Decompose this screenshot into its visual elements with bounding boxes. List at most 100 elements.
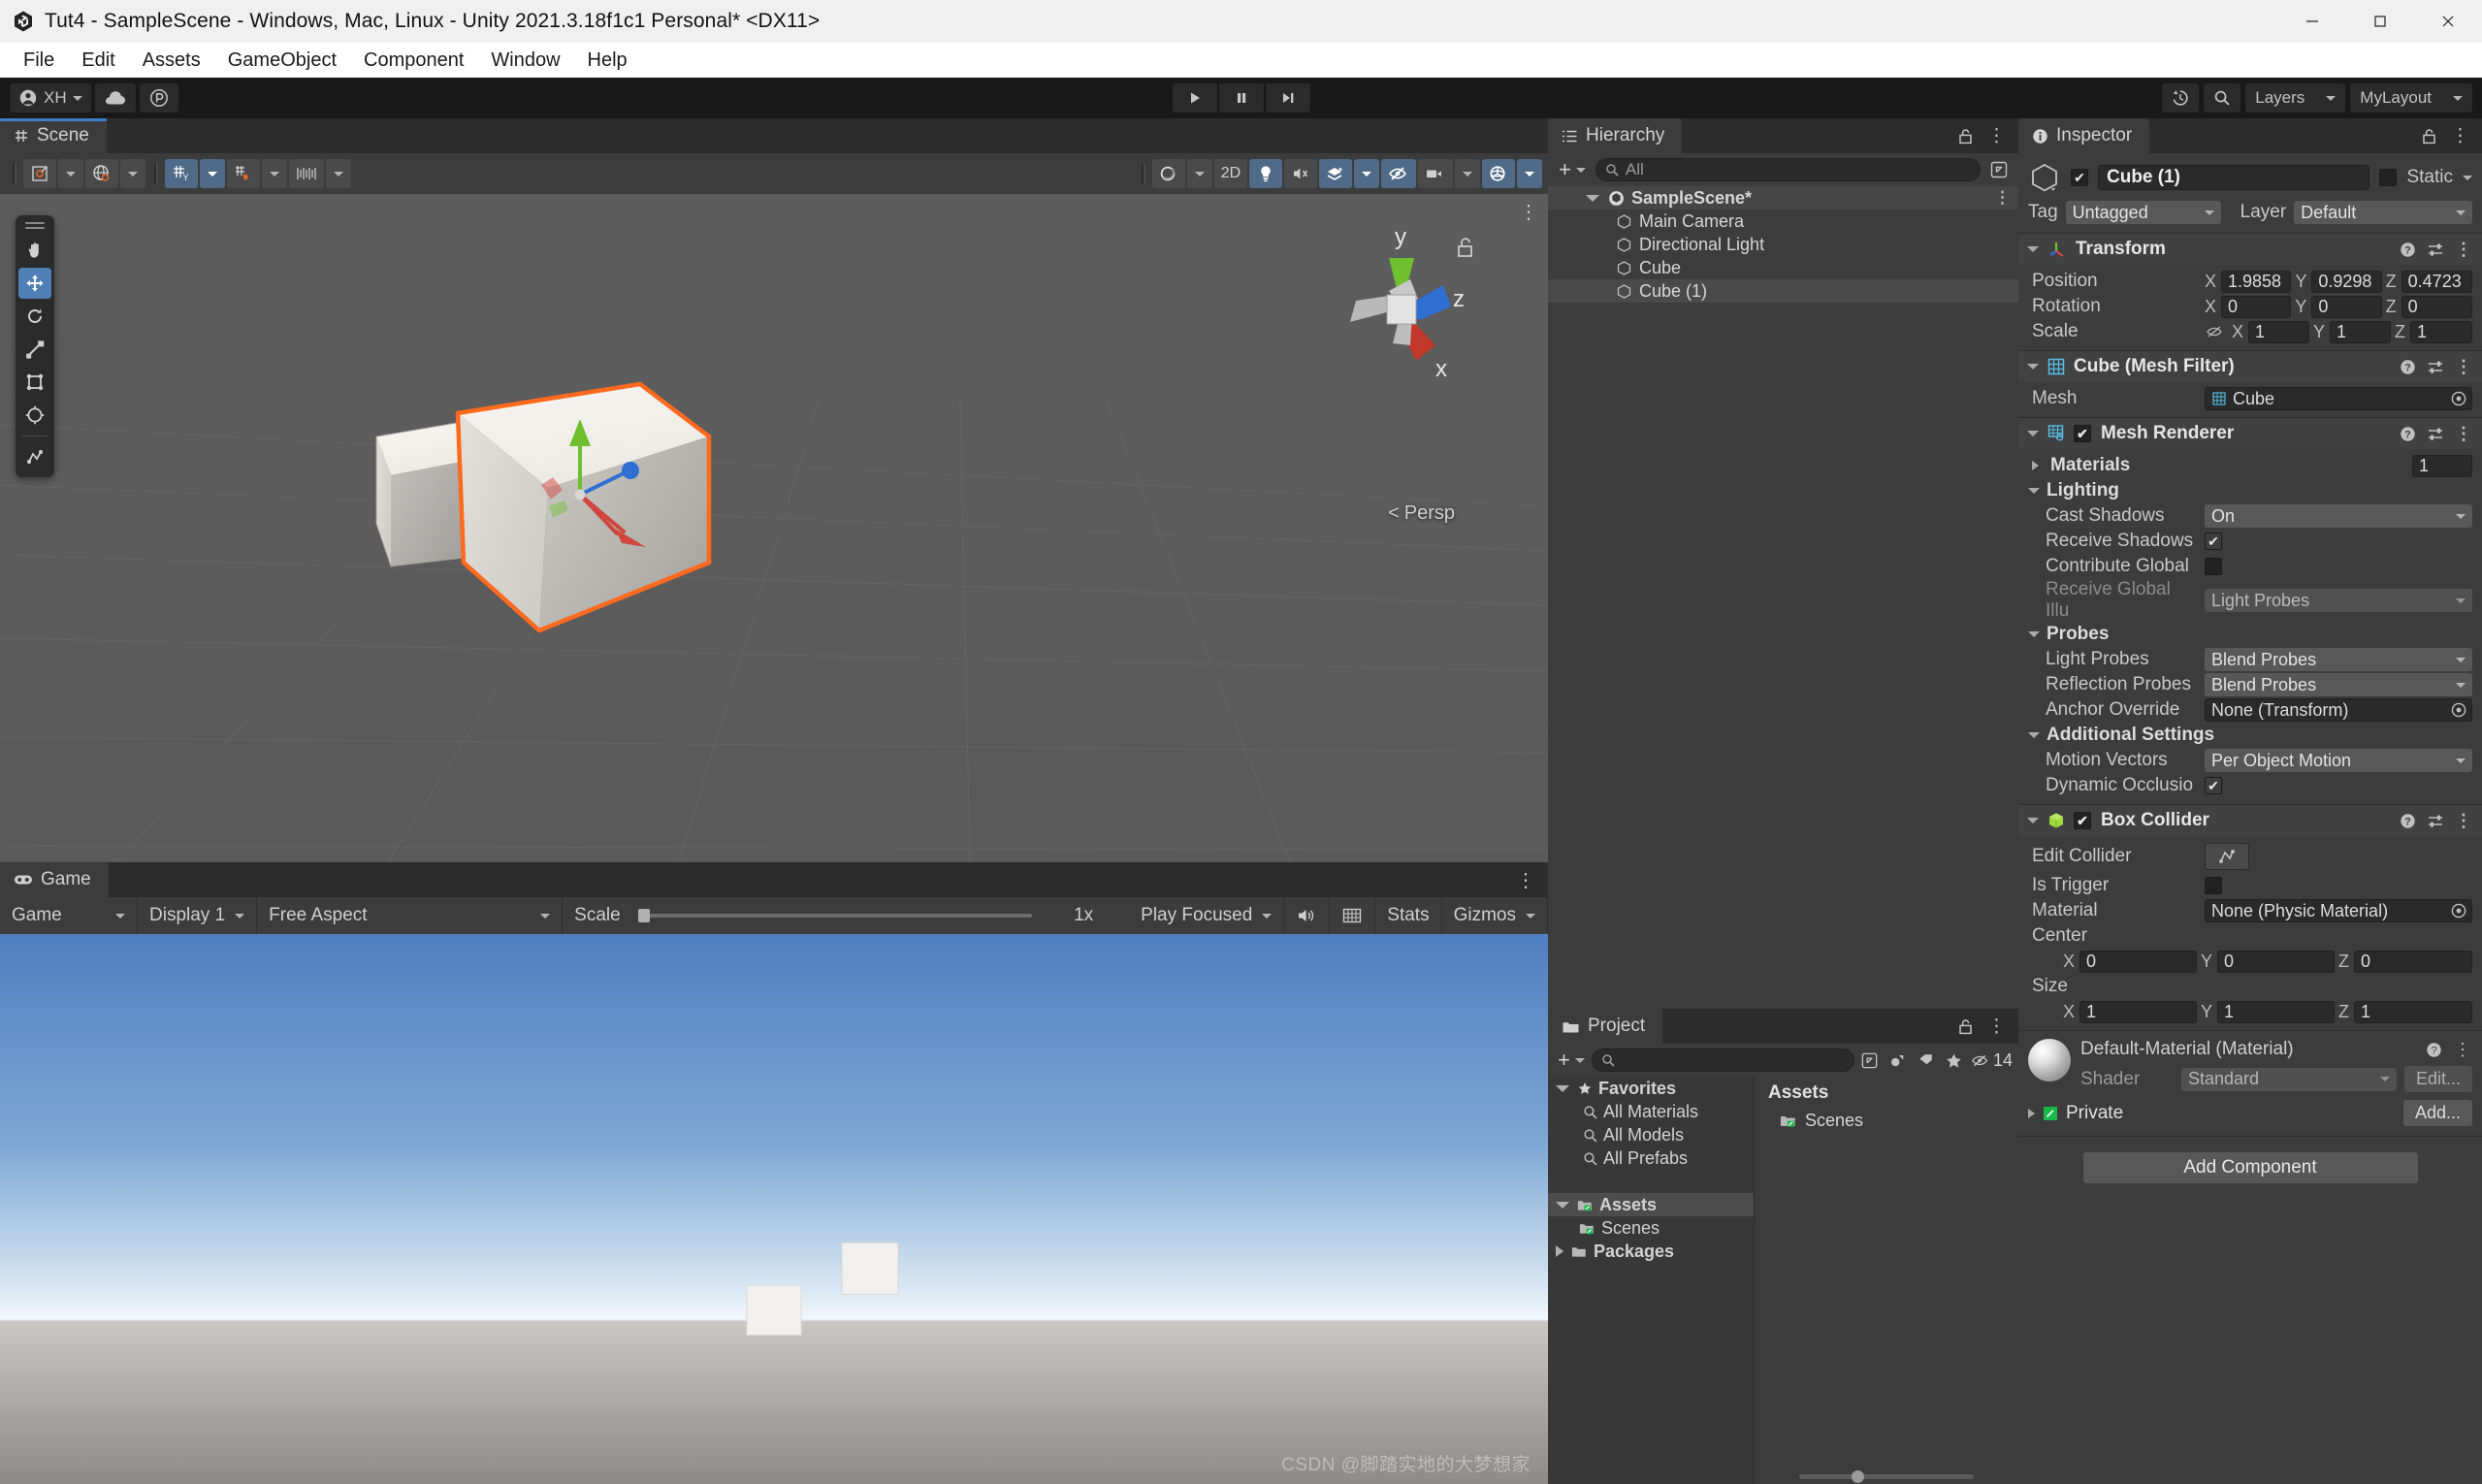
project-add-button[interactable]: + [1554, 1048, 1589, 1073]
zoom-slider-handle[interactable] [1852, 1469, 1864, 1483]
grid-axis-dropdown[interactable] [200, 159, 225, 188]
hierarchy-item-cube-1[interactable]: Cube (1) [1548, 279, 2018, 303]
preset-icon[interactable] [2427, 813, 2444, 829]
hidden-objects-button[interactable] [1381, 159, 1416, 188]
box-collider-kebab[interactable]: ⋮ [2455, 811, 2473, 831]
snap-increment-dropdown[interactable] [326, 159, 351, 188]
account-button[interactable]: XH [10, 83, 91, 113]
help-icon[interactable]: ? [2426, 1042, 2442, 1058]
menu-edit[interactable]: Edit [68, 46, 128, 76]
constrain-proportions-icon[interactable] [2205, 324, 2224, 339]
expand-triangle-icon[interactable] [2032, 461, 2039, 470]
move-tool[interactable] [18, 268, 51, 299]
gizmos-button[interactable] [1482, 159, 1515, 188]
scene-options-kebab[interactable]: ⋮ [1519, 200, 1540, 224]
tag-dropdown[interactable]: Untagged [2065, 201, 2221, 224]
materials-row[interactable]: Materials 1 [2018, 453, 2482, 478]
scene-fx-dropdown[interactable] [1354, 159, 1379, 188]
game-options-kebab[interactable]: ⋮ [1516, 868, 1536, 892]
scale-y-input[interactable]: 1 [2330, 320, 2391, 343]
shader-edit-button[interactable]: Edit... [2403, 1066, 2472, 1092]
gizmos-dropdown-game[interactable]: Gizmos [1442, 897, 1548, 934]
tab-scene[interactable]: Scene [0, 118, 107, 153]
gizmos-dropdown[interactable] [1517, 159, 1542, 188]
grid-axis-button[interactable]: Y [165, 159, 198, 188]
hierarchy-popout-button[interactable] [1986, 158, 2012, 181]
mesh-object-field[interactable]: Cube [2205, 387, 2472, 410]
help-icon[interactable]: ? [2400, 426, 2416, 442]
rotation-y-input[interactable]: 0 [2311, 295, 2382, 318]
rotate-tool[interactable] [18, 301, 51, 332]
hierarchy-item-kebab[interactable]: ⋮ [1994, 188, 2011, 208]
game-mode-dropdown[interactable]: Game [0, 897, 138, 934]
pause-button[interactable] [1218, 83, 1264, 113]
maximize-button[interactable] [2346, 0, 2414, 43]
shading-mode-button[interactable] [85, 159, 118, 188]
scale-slider-group[interactable]: Scale 1x [563, 897, 1129, 934]
hierarchy-item-main-camera[interactable]: Main Camera [1548, 210, 2018, 233]
static-checkbox[interactable] [2379, 169, 2398, 186]
box-collider-header[interactable]: Box Collider ? ⋮ [2018, 805, 2482, 836]
project-options-kebab[interactable]: ⋮ [1987, 1016, 2007, 1038]
help-icon[interactable]: ? [2400, 359, 2416, 375]
project-tree[interactable]: Favorites All Materials All Models All P… [1548, 1077, 1755, 1484]
scene-camera-button[interactable] [1418, 159, 1453, 188]
menu-help[interactable]: Help [574, 46, 641, 76]
transform-kebab[interactable]: ⋮ [2455, 240, 2473, 260]
center-y-input[interactable]: 0 [2217, 950, 2335, 973]
lighting-section-header[interactable]: Lighting [2018, 478, 2482, 503]
collapse-triangle-icon[interactable] [1556, 1245, 1563, 1257]
expand-triangle-icon[interactable] [2027, 431, 2039, 436]
project-tree-favorites[interactable]: Favorites [1548, 1077, 1754, 1100]
anchor-override-field[interactable]: None (Transform) [2205, 698, 2472, 722]
display-dropdown[interactable]: Display 1 [138, 897, 258, 934]
hand-tool[interactable] [18, 235, 51, 266]
scene-viewport[interactable]: y z x < Persp ⋮ [0, 194, 1548, 862]
rotation-x-input[interactable]: 0 [2221, 295, 2292, 318]
expand-triangle-icon[interactable] [2027, 818, 2039, 823]
contribute-global-checkbox[interactable] [2205, 558, 2222, 575]
scene-view-options-dropdown[interactable] [1187, 159, 1212, 188]
orientation-gizmo[interactable]: y z x [1309, 221, 1494, 405]
project-popout-button[interactable] [1857, 1048, 1883, 1072]
project-search-input[interactable] [1591, 1048, 1854, 1072]
snap-dropdown[interactable] [262, 159, 287, 188]
expand-triangle-icon[interactable] [2027, 246, 2039, 252]
scale-tool[interactable] [18, 334, 51, 365]
palette-drag-handle[interactable] [25, 221, 45, 230]
project-tree-all-prefabs[interactable]: All Prefabs [1548, 1146, 1754, 1170]
shading-mode-dropdown[interactable] [120, 159, 145, 188]
additional-settings-header[interactable]: Additional Settings [2018, 723, 2482, 748]
hierarchy-add-button[interactable]: + [1555, 157, 1590, 182]
object-picker-icon[interactable] [2450, 390, 2467, 407]
toggle-2d-button[interactable]: 2D [1214, 159, 1247, 188]
object-enabled-checkbox[interactable] [2071, 169, 2088, 186]
expand-triangle-icon[interactable] [2028, 488, 2040, 494]
draw-mode-button[interactable] [23, 159, 56, 188]
project-hidden-count[interactable]: 14 [1970, 1048, 2013, 1072]
project-tree-assets[interactable]: Assets [1548, 1193, 1754, 1216]
hierarchy-options-kebab[interactable]: ⋮ [1987, 125, 2007, 147]
expand-triangle-icon[interactable] [2028, 1108, 2035, 1118]
project-filter-label-button[interactable] [1914, 1048, 1939, 1072]
hierarchy-list[interactable]: SampleScene* ⋮ Main Camera Directional L… [1548, 186, 2018, 1009]
light-probes-dropdown[interactable]: Blend Probes [2205, 648, 2472, 671]
close-button[interactable] [2414, 0, 2482, 43]
snap-button[interactable] [227, 159, 260, 188]
mesh-renderer-header[interactable]: Mesh Renderer ? ⋮ [2018, 418, 2482, 449]
lock-icon[interactable] [1957, 128, 1974, 145]
expand-triangle-icon[interactable] [2027, 364, 2039, 370]
project-favorites-button[interactable] [1942, 1048, 1967, 1072]
minimize-button[interactable] [2278, 0, 2346, 43]
tab-project[interactable]: Project [1548, 1009, 1663, 1044]
undo-history-button[interactable] [2162, 83, 2200, 113]
mesh-renderer-enabled-checkbox[interactable] [2074, 425, 2091, 442]
object-picker-icon[interactable] [2450, 701, 2467, 719]
receive-shadows-checkbox[interactable] [2205, 532, 2222, 550]
transform-tool[interactable] [18, 400, 51, 431]
scene-projection-label[interactable]: < Persp [1388, 502, 1455, 525]
motion-vectors-dropdown[interactable]: Per Object Motion [2205, 749, 2472, 772]
menu-window[interactable]: Window [477, 46, 573, 76]
lock-icon[interactable] [1957, 1018, 1974, 1035]
scene-audio-button[interactable] [1284, 159, 1317, 188]
